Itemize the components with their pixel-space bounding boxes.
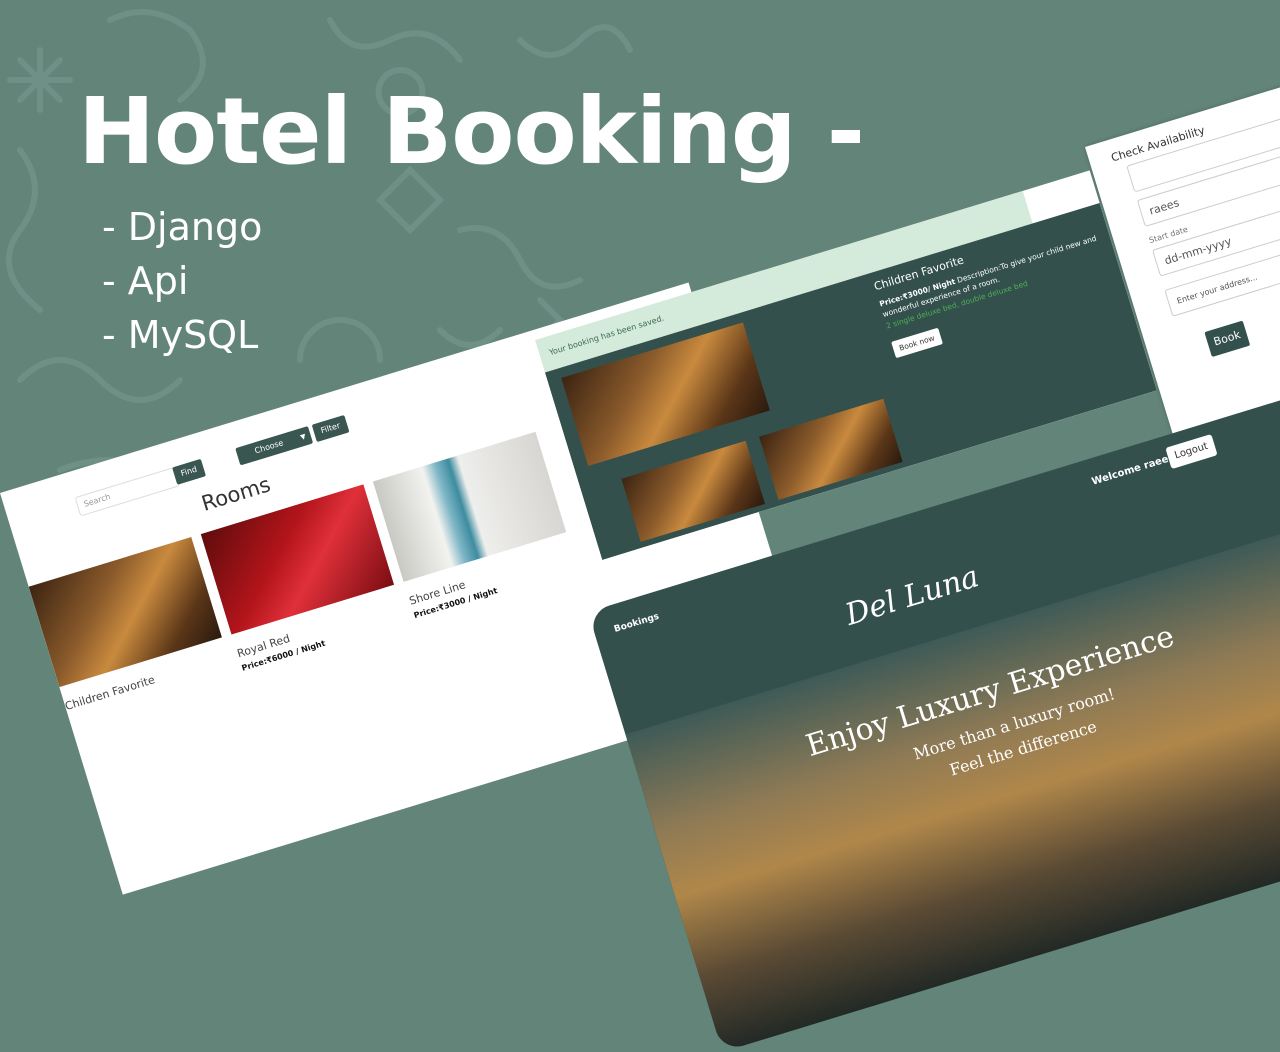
room-card[interactable]: Shore Line Price:₹3000 / Night bbox=[372, 431, 578, 620]
gallery-photo[interactable] bbox=[759, 398, 903, 500]
room-type-select[interactable]: Choose ▼ bbox=[235, 426, 314, 466]
tech-stack-item: - Api bbox=[102, 259, 189, 303]
page-title: Hotel Booking - bbox=[78, 78, 865, 185]
find-button[interactable]: Find bbox=[172, 458, 207, 485]
tech-stack-item: - Django bbox=[102, 205, 263, 249]
tech-stack-item: - MySQL bbox=[102, 313, 259, 357]
tech-stack-list: - Django - Api - MySQL bbox=[102, 200, 262, 362]
book-now-button[interactable]: Book now bbox=[891, 327, 943, 359]
nav-bookings-link[interactable]: Bookings bbox=[613, 612, 660, 635]
room-card[interactable]: Children Favorite bbox=[28, 537, 231, 717]
start-date-placeholder: dd-mm-yyyy bbox=[1162, 234, 1233, 268]
welcome-text: Welcome raees bbox=[1090, 452, 1176, 488]
logout-button[interactable]: Logout bbox=[1165, 434, 1218, 470]
filter-button[interactable]: Filter bbox=[311, 414, 350, 443]
room-type-select-label: Choose bbox=[253, 438, 285, 456]
book-button[interactable]: Book bbox=[1204, 320, 1251, 358]
chevron-down-icon: ▼ bbox=[299, 432, 307, 442]
rooms-heading: Rooms bbox=[198, 472, 274, 516]
search-input[interactable]: Search bbox=[74, 466, 180, 517]
room-card[interactable]: Royal Red Price:₹6000 / Night bbox=[200, 484, 406, 673]
brand-logo[interactable]: Del Luna bbox=[841, 559, 983, 633]
